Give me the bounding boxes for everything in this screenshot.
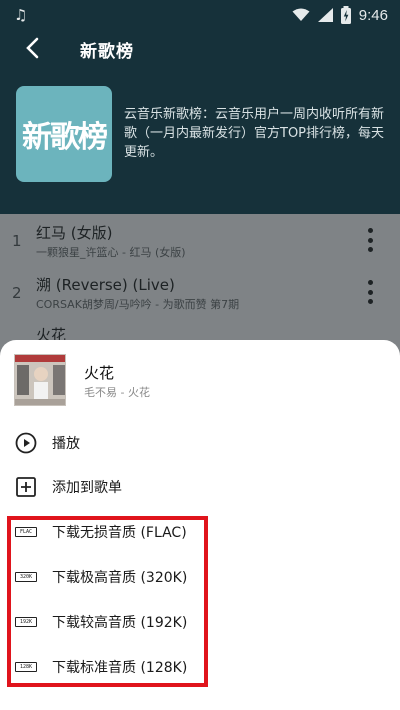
sheet-song-subtitle: 毛不易 - 火花 — [84, 386, 150, 399]
back-arrow-icon — [26, 37, 39, 59]
sheet-song-title: 火花 — [84, 364, 115, 382]
wifi-icon — [292, 8, 310, 21]
highlight-box — [7, 516, 208, 687]
page-title: 新歌榜 — [80, 42, 134, 62]
status-time: 9:46 — [358, 6, 388, 24]
music-note-icon: ♫ — [14, 6, 28, 24]
signal-icon — [317, 8, 333, 22]
menu-add-to-playlist[interactable]: 添加到歌单 — [0, 465, 400, 509]
add-box-icon — [14, 475, 38, 499]
top-bar: 新歌榜 — [0, 30, 400, 66]
status-bar: ♫ 9:46 — [0, 0, 400, 30]
album-art — [14, 354, 66, 406]
song-index: 2 — [12, 284, 22, 302]
song-row[interactable]: 1 红马 (女版) 一颗狼星_许篮心 - 红马 (女版) — [0, 214, 400, 266]
header: ♫ 9:46 新歌榜 新歌榜 云音乐新歌榜：云音乐用户一周内收听所有新歌（一月内… — [0, 0, 400, 214]
playlist-cover[interactable]: 新歌榜 — [16, 86, 112, 182]
song-subtitle: CORSAK胡梦周/马吟吟 - 为歌而赞 第7期 — [36, 298, 240, 311]
more-options-icon[interactable] — [366, 280, 374, 304]
menu-label: 播放 — [52, 436, 80, 452]
song-title: 红马 (女版) — [36, 224, 113, 242]
play-circle-icon — [14, 431, 38, 455]
menu-label: 添加到歌单 — [52, 480, 122, 496]
sheet-song-header: 火花 毛不易 - 火花 — [0, 340, 400, 420]
cover-text: 新歌榜 — [22, 120, 108, 155]
song-subtitle: 一颗狼星_许篮心 - 红马 (女版) — [36, 246, 186, 259]
back-button[interactable] — [18, 33, 46, 63]
song-row[interactable]: 2 溯 (Reverse) (Live) CORSAK胡梦周/马吟吟 - 为歌而… — [0, 266, 400, 318]
battery-charging-icon — [340, 6, 351, 24]
menu-play[interactable]: 播放 — [0, 421, 400, 465]
status-icons: 9:46 — [292, 4, 388, 26]
song-title: 溯 (Reverse) (Live) — [36, 276, 175, 294]
song-index: 1 — [12, 232, 22, 250]
more-options-icon[interactable] — [366, 228, 374, 252]
playlist-description: 云音乐新歌榜：云音乐用户一周内收听所有新歌（一月内最新发行）官方TOP排行榜，每… — [124, 107, 385, 160]
